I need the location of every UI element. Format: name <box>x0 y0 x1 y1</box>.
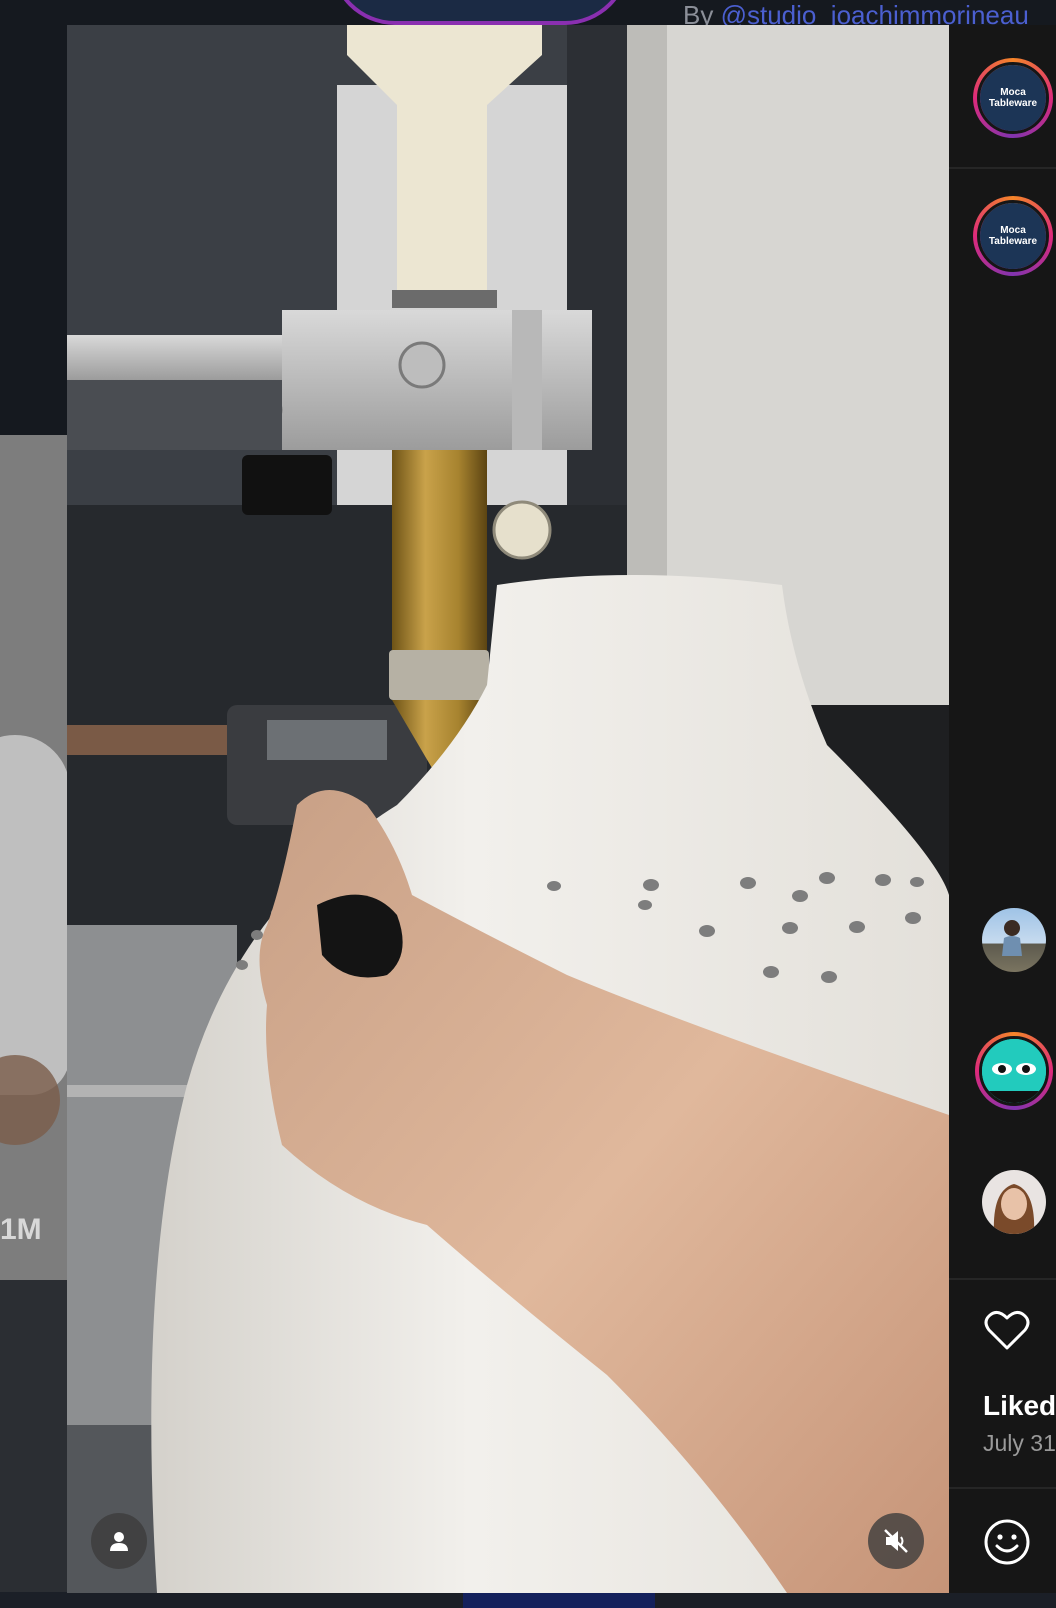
emoji-icon <box>984 1519 1030 1565</box>
video-frame-illustration <box>67 25 949 1593</box>
story-avatar-moca-tableware[interactable]: Moca Tableware <box>973 58 1053 138</box>
divider <box>949 1487 1056 1489</box>
background-feed-left <box>0 1280 67 1608</box>
user-avatar-green-face[interactable] <box>975 1032 1053 1110</box>
tagged-users-button[interactable] <box>91 1513 147 1569</box>
moca-tableware-logo: Moca Tableware <box>980 203 1046 269</box>
view-count: 1M <box>0 1213 42 1246</box>
portrait-illustration <box>993 1184 1035 1234</box>
logo-line-2: Tableware <box>988 236 1038 247</box>
liked-label: Liked <box>983 1390 1056 1421</box>
logo-line-2: Tableware <box>988 98 1038 109</box>
divider <box>949 167 1056 169</box>
reel-video[interactable] <box>67 25 949 1593</box>
logo-line-1: Moca <box>1000 87 1026 98</box>
person-silhouette <box>1002 920 1022 956</box>
post-date: July 31 <box>983 1430 1056 1456</box>
mute-toggle-button[interactable] <box>868 1513 924 1569</box>
divider <box>949 1278 1056 1280</box>
user-icon <box>110 1532 128 1551</box>
vase-thumbnail <box>0 735 67 1095</box>
logo-line-1: Moca <box>1000 225 1026 236</box>
profile-image-partial <box>330 0 630 25</box>
next-post-edge <box>463 1592 655 1608</box>
heart-icon <box>984 1311 1030 1350</box>
user-avatar-outdoor[interactable] <box>982 908 1046 972</box>
emoji-button[interactable] <box>983 1518 1031 1566</box>
like-button[interactable] <box>983 1308 1031 1352</box>
user-avatar-portrait[interactable] <box>982 1170 1046 1234</box>
previous-post-card[interactable] <box>0 435 67 1280</box>
face-illustration <box>982 1039 1046 1103</box>
background-feed-bottom <box>0 1592 1056 1608</box>
mute-icon <box>884 1529 908 1553</box>
story-avatar-moca-tableware[interactable]: Moca Tableware <box>973 196 1053 276</box>
moca-tableware-logo: Moca Tableware <box>980 65 1046 131</box>
